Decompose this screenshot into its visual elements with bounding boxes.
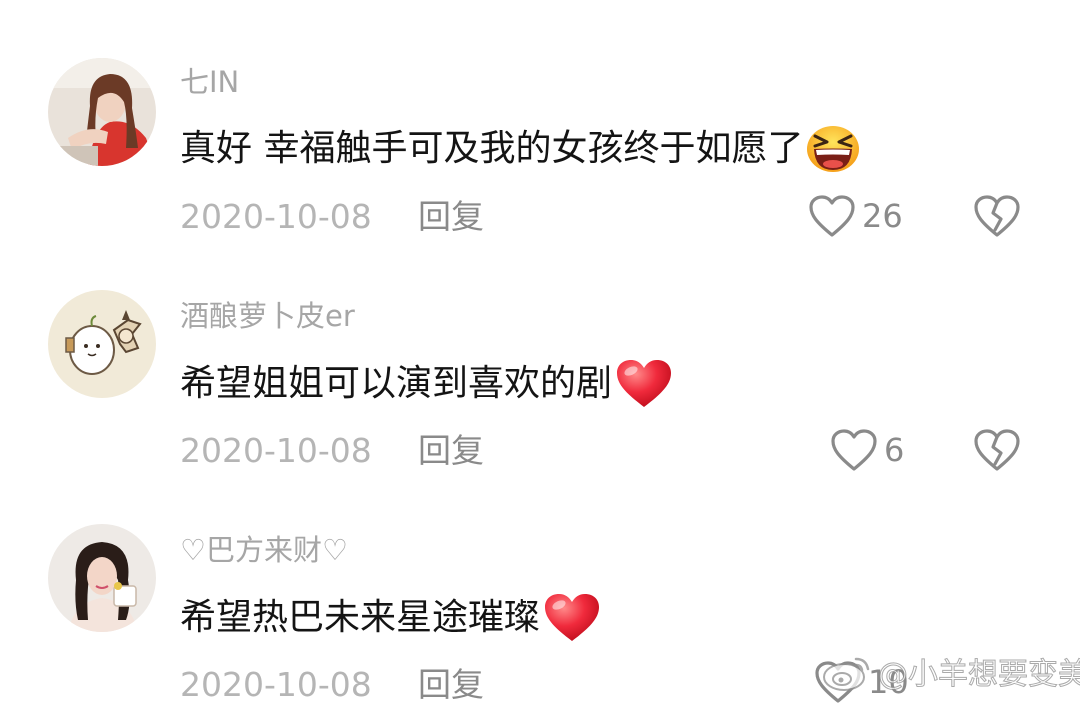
heart-outline-icon[interactable] [808,194,856,238]
like-button[interactable]: 26 [808,194,903,238]
red-heart-icon [542,592,602,644]
comment-text-line: 希望姐姐可以演到喜欢的剧 [180,358,674,410]
comment-item: 酒酿萝卜皮er 希望姐姐可以演到喜欢的剧 2020-10-08 回复 6 [0,234,1080,471]
comment-username[interactable]: ♡巴方来财♡ [180,536,348,565]
comment-text-line: 希望热巴未来星途璀璨 [180,592,602,644]
weibo-logo-icon [820,653,872,697]
heart-outline-icon[interactable] [830,428,878,472]
comment-username[interactable]: 酒酿萝卜皮er [180,302,355,331]
avatar[interactable] [48,58,156,166]
comment-username[interactable]: 七IN [180,68,239,97]
broken-heart-icon[interactable] [972,194,1022,238]
like-button[interactable]: 6 [830,428,904,472]
comment-date: 2020-10-08 [180,431,372,470]
reply-button[interactable]: 回复 [418,668,484,701]
watermark-text: @小羊想要变美 [878,657,1080,692]
comment-text: 希望热巴未来星途璀璨 [180,597,541,638]
avatar[interactable] [48,524,156,632]
reply-button[interactable]: 回复 [418,200,484,233]
comment-date: 2020-10-08 [180,197,372,236]
comment-text: 真好 幸福触手可及我的女孩终于如愿了 [180,128,804,169]
grinning-squinting-face-icon [805,124,861,174]
comment-item: ♡巴方来财♡ 希望热巴未来星途璀璨 2020-10-08 回复 10 [0,468,1080,703]
watermark: @小羊想要变美 [820,653,1080,697]
comment-date: 2020-10-08 [180,665,372,704]
red-heart-icon [614,358,674,410]
comment-text-line: 真好 幸福触手可及我的女孩终于如愿了 [180,124,861,174]
broken-heart-icon[interactable] [972,428,1022,472]
comment-item: 七IN 真好 幸福触手可及我的女孩终于如愿了 2020-10-08 回复 26 [0,0,1080,237]
like-count: 26 [862,197,903,235]
reply-button[interactable]: 回复 [418,434,484,467]
comment-text: 希望姐姐可以演到喜欢的剧 [180,363,613,404]
avatar[interactable] [48,290,156,398]
like-count: 6 [884,431,905,469]
